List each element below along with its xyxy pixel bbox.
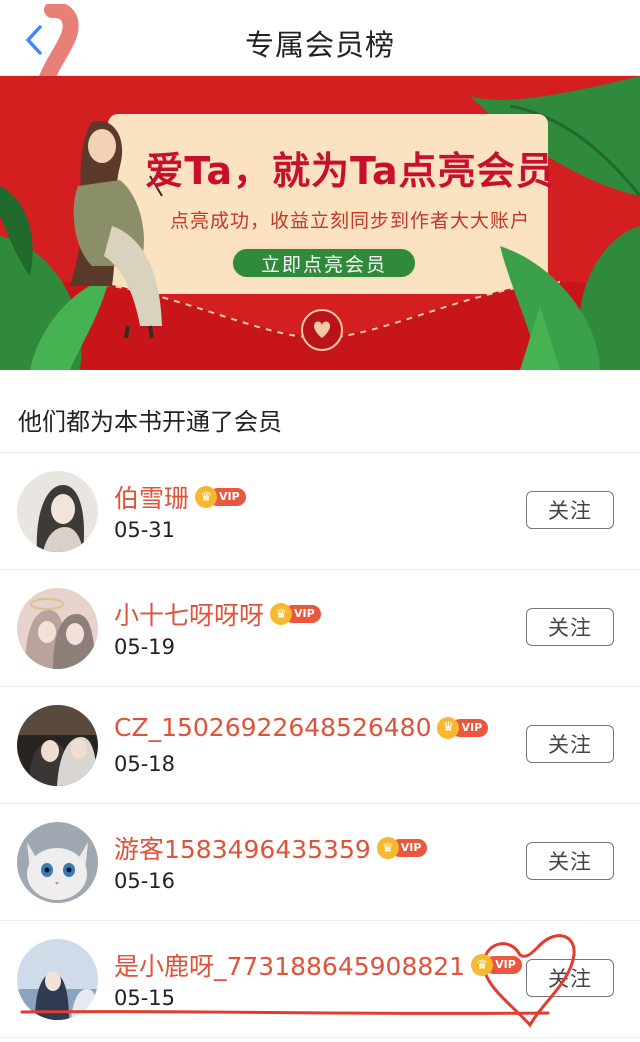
follow-button[interactable]: 关注	[526, 842, 614, 880]
member-date: 05-19	[114, 635, 176, 659]
member-date: 05-16	[114, 869, 176, 893]
user-avatar-icon	[17, 705, 98, 786]
section-title: 他们都为本书开通了会员	[18, 408, 282, 436]
vip-badge: ♛ VIP	[195, 486, 246, 508]
vip-badge: ♛ VIP	[376, 837, 428, 859]
promo-banner[interactable]: 爱Ta，就为Ta点亮会员 点亮成功，收益立刻同步到作者大大账户 立即点亮会员	[0, 76, 640, 370]
top-nav-bar: 专属会员榜	[0, 0, 640, 112]
crown-icon: ♛	[437, 716, 460, 739]
follow-button[interactable]: 关注	[526, 959, 614, 997]
vip-badge: ♛ VIP	[471, 954, 522, 976]
banner-title: 爱Ta，就为Ta点亮会员	[145, 149, 555, 193]
member-row[interactable]: 游客1583496435359 ♛ VIP 05-16 关注	[0, 804, 640, 921]
banner-subtitle: 点亮成功，收益立刻同步到作者大大账户	[169, 210, 530, 232]
member-name[interactable]: 小十七呀呀呀	[114, 596, 264, 632]
crown-icon: ♛	[471, 954, 494, 976]
follow-button[interactable]: 关注	[526, 491, 614, 529]
member-date: 05-18	[114, 752, 176, 776]
member-row[interactable]: 伯雪珊 ♛ VIP 05-31 关注	[0, 453, 640, 570]
user-avatar-icon	[17, 822, 98, 903]
avatar[interactable]	[17, 705, 98, 786]
avatar[interactable]	[17, 822, 98, 903]
member-name[interactable]: 游客1583496435359	[114, 830, 371, 866]
member-date: 05-15	[114, 986, 176, 1010]
member-name[interactable]: 是小鹿呀_773188645908821	[114, 947, 465, 983]
user-avatar-icon	[17, 939, 98, 1020]
user-avatar-icon	[17, 471, 98, 552]
member-row[interactable]: CZ_15026922648526480 ♛ VIP 05-18 关注	[0, 687, 640, 804]
avatar[interactable]	[17, 939, 98, 1020]
member-row[interactable]: 小十七呀呀呀 ♛ VIP 05-19 关注	[0, 570, 640, 687]
crown-icon: ♛	[195, 486, 218, 508]
user-avatar-icon	[17, 588, 98, 669]
app-screen: 专属会员榜 爱Ta，就为Ta点亮会员 点亮成功，收益立刻同步到作者大大账户 立即…	[0, 0, 640, 1042]
avatar[interactable]	[17, 471, 98, 552]
page-title: 专属会员榜	[244, 28, 395, 62]
follow-button[interactable]: 关注	[526, 725, 614, 763]
member-name[interactable]: CZ_15026922648526480	[114, 713, 431, 742]
crown-icon: ♛	[270, 603, 293, 625]
avatar[interactable]	[17, 588, 98, 669]
member-row[interactable]: 是小鹿呀_773188645908821 ♛ VIP 05-15 关注	[0, 921, 640, 1038]
member-date: 05-31	[114, 518, 176, 542]
crown-icon: ♛	[376, 837, 399, 859]
light-up-membership-button[interactable]: 立即点亮会员	[231, 247, 417, 279]
follow-button[interactable]: 关注	[526, 608, 614, 646]
member-name[interactable]: 伯雪珊	[114, 479, 189, 515]
vip-badge: ♛ VIP	[270, 603, 321, 625]
vip-badge: ♛ VIP	[437, 716, 489, 739]
